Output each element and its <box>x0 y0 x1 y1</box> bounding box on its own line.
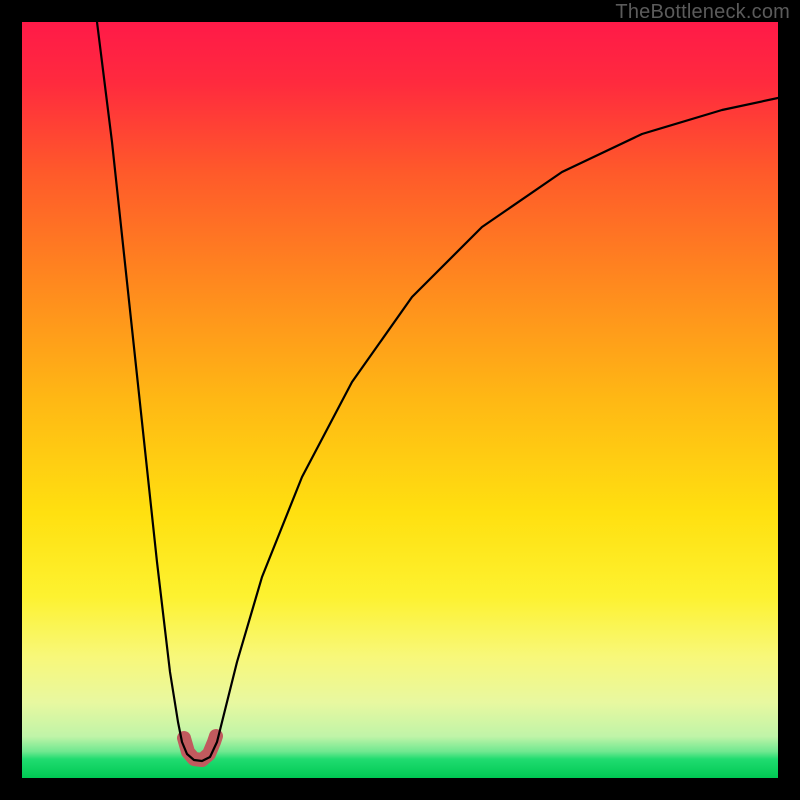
plot-area <box>22 22 778 778</box>
gradient-background <box>22 22 778 778</box>
outer-frame: TheBottleneck.com <box>0 0 800 800</box>
watermark-text: TheBottleneck.com <box>615 1 790 24</box>
